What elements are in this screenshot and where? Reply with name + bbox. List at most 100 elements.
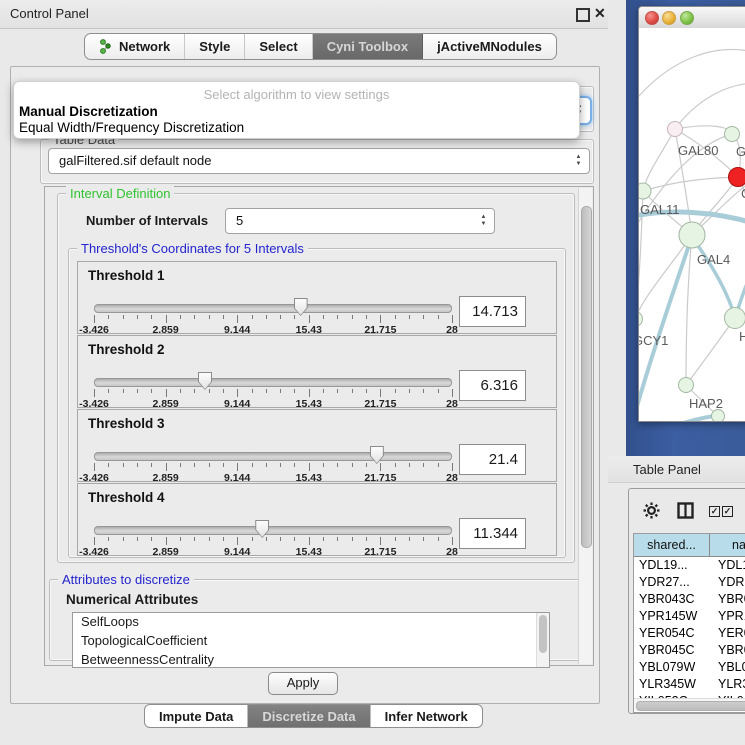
scrollbar-thumb[interactable] [581,206,592,548]
dropdown-option-manual[interactable]: Manual Discretization [19,104,158,119]
axis-tick-label: -3.426 [79,546,109,558]
cell-shared-name: YDL19... [639,557,709,574]
table-data-combobox[interactable]: galFiltered.sif default node ▲▼ [48,148,590,174]
tab-discretize-data[interactable]: Discretize Data [248,705,370,727]
tab-network[interactable]: Network [85,34,185,59]
slider-thumb[interactable] [198,372,212,390]
network-edge [686,318,735,385]
threshold-panel-4: Threshold 4-3.4262.8599.14415.4321.71528… [77,483,557,556]
slider-thumb[interactable] [294,298,308,316]
threshold-label: Threshold 1 [88,268,165,283]
tab-cyni-toolbox[interactable]: Cyni Toolbox [313,34,423,59]
attribute-list-item[interactable]: BetweennessCentrality [73,651,549,668]
dropdown-option-equal-width[interactable]: Equal Width/Frequency Discretization [19,120,244,135]
scrollbar-thumb[interactable] [636,701,745,711]
network-canvas[interactable]: GAL80GACGAL11GAL4GCY1HHAP2 [639,28,745,421]
slider-thumb[interactable] [370,446,384,464]
table-row[interactable]: YDL19...YDL1 [634,557,745,574]
column-header-name[interactable]: na [710,534,745,556]
threshold-value-field[interactable]: 14.713 [459,296,526,327]
network-node-gcy1[interactable] [639,312,643,327]
threshold-slider[interactable]: -3.4262.8599.14415.4321.71528 [94,302,452,334]
close-icon[interactable]: ✕ [594,5,606,22]
node-label: GAL4 [697,252,730,267]
split-columns-icon[interactable] [677,502,694,519]
combo-value: galFiltered.sif default node [59,153,211,168]
slider-track[interactable] [94,452,452,461]
table-row[interactable]: YLR345WYLR3 [634,676,745,693]
settings-scrollbar[interactable] [578,188,592,664]
axis-tick-label: 9.144 [224,546,250,558]
numerical-attributes-list[interactable]: SelfLoopsTopologicalCoefficientBetweenne… [72,612,550,668]
tab-style[interactable]: Style [185,34,245,59]
table-row[interactable]: YBR043CYBR0 [634,591,745,608]
network-edge [675,126,732,134]
network-view-window[interactable]: GAL80GACGAL11GAL4GCY1HHAP2 [638,6,745,422]
zoom-traffic-light-icon[interactable] [680,11,694,25]
network-node-gal11[interactable] [639,183,651,199]
float-window-icon[interactable] [576,8,590,22]
network-window-titlebar[interactable] [639,7,745,29]
cell-name: YBL0 [718,659,745,676]
table-row[interactable]: YBL079W YBL0 [634,659,745,676]
network-node[interactable] [712,410,725,422]
cell-name: YDR2 [718,574,745,591]
slider-track[interactable] [94,378,452,387]
axis-tick-label: 2.859 [152,546,178,558]
combo-stepper-icon[interactable]: ▲▼ [573,153,584,169]
network-node-ga[interactable] [725,127,740,142]
slider-track[interactable] [94,304,452,313]
checkbox-icon[interactable]: ✓ [709,506,720,517]
close-traffic-light-icon[interactable] [645,11,659,25]
thresholds-group: Threshold's Coordinates for 5 Intervals … [68,248,566,558]
threshold-value-field[interactable]: 21.4 [459,444,526,475]
network-node-h[interactable] [725,308,745,329]
threshold-slider[interactable]: -3.4262.8599.14415.4321.71528 [94,376,452,408]
threshold-value-field[interactable]: 11.344 [459,518,526,549]
tab-label: Style [199,39,230,54]
threshold-panel-3: Threshold 3-3.4262.8599.14415.4321.71528… [77,409,557,482]
attribute-list-item[interactable]: SelfLoops [73,613,549,632]
cell-shared-name: YPR145W [639,608,709,625]
apply-button[interactable]: Apply [268,672,338,695]
threshold-slider[interactable]: -3.4262.8599.14415.4321.71528 [94,524,452,556]
cell-shared-name: YDR27... [639,574,709,591]
gear-icon[interactable] [643,502,660,519]
slider-track[interactable] [94,526,452,535]
number-of-intervals-combobox[interactable]: 5 ▲▼ [225,208,495,234]
table-horizontal-scrollbar[interactable] [634,698,745,711]
scrollbar-thumb[interactable] [539,615,547,653]
node-label: GCY1 [639,333,668,348]
column-header-shared-name[interactable]: shared... [634,534,710,556]
table-panel-title: Table Panel [633,462,701,477]
tab-jactivemnodules[interactable]: jActiveMNodules [423,34,556,59]
tab-select[interactable]: Select [245,34,312,59]
threshold-value-field[interactable]: 6.316 [459,370,526,401]
cell-name: YBR0 [718,642,745,659]
table-row[interactable]: YBR045CYBR0 [634,642,745,659]
tab-impute-data[interactable]: Impute Data [145,705,248,727]
minimize-traffic-light-icon[interactable] [662,11,676,25]
network-highlight-edge [737,266,745,312]
slider-thumb[interactable] [255,520,269,538]
network-edge [639,49,745,108]
threshold-slider[interactable]: -3.4262.8599.14415.4321.71528 [94,450,452,482]
combo-stepper-icon[interactable]: ▲▼ [478,213,489,229]
tab-infer-network[interactable]: Infer Network [371,705,482,727]
node-attribute-table: shared... na YDL19...YDL1YDR27...YDR2YBR… [633,533,745,713]
network-node-c[interactable] [729,168,745,187]
node-label: GAL80 [678,143,718,158]
network-node-hap2[interactable] [679,378,694,393]
checkbox-icon[interactable]: ✓ [722,506,733,517]
table-row[interactable]: YDR27... YDR2 [634,574,745,591]
cell-shared-name: YBL079W [639,659,709,676]
table-row[interactable]: YER054CYER0 [634,625,745,642]
threshold-panel-1: Threshold 1 -3.4262.8599.14415.4321.71528… [77,261,557,334]
list-scrollbar[interactable] [536,613,549,667]
attribute-list-item[interactable]: TopologicalCoefficient [73,632,549,651]
network-node-gal4[interactable] [679,222,705,248]
table-row[interactable]: YPR145WYPR1 [634,608,745,625]
network-node-gal80[interactable] [668,122,683,137]
network-edge [643,129,675,191]
threshold-panel-2: Threshold 2-3.4262.8599.14415.4321.71528… [77,335,557,408]
